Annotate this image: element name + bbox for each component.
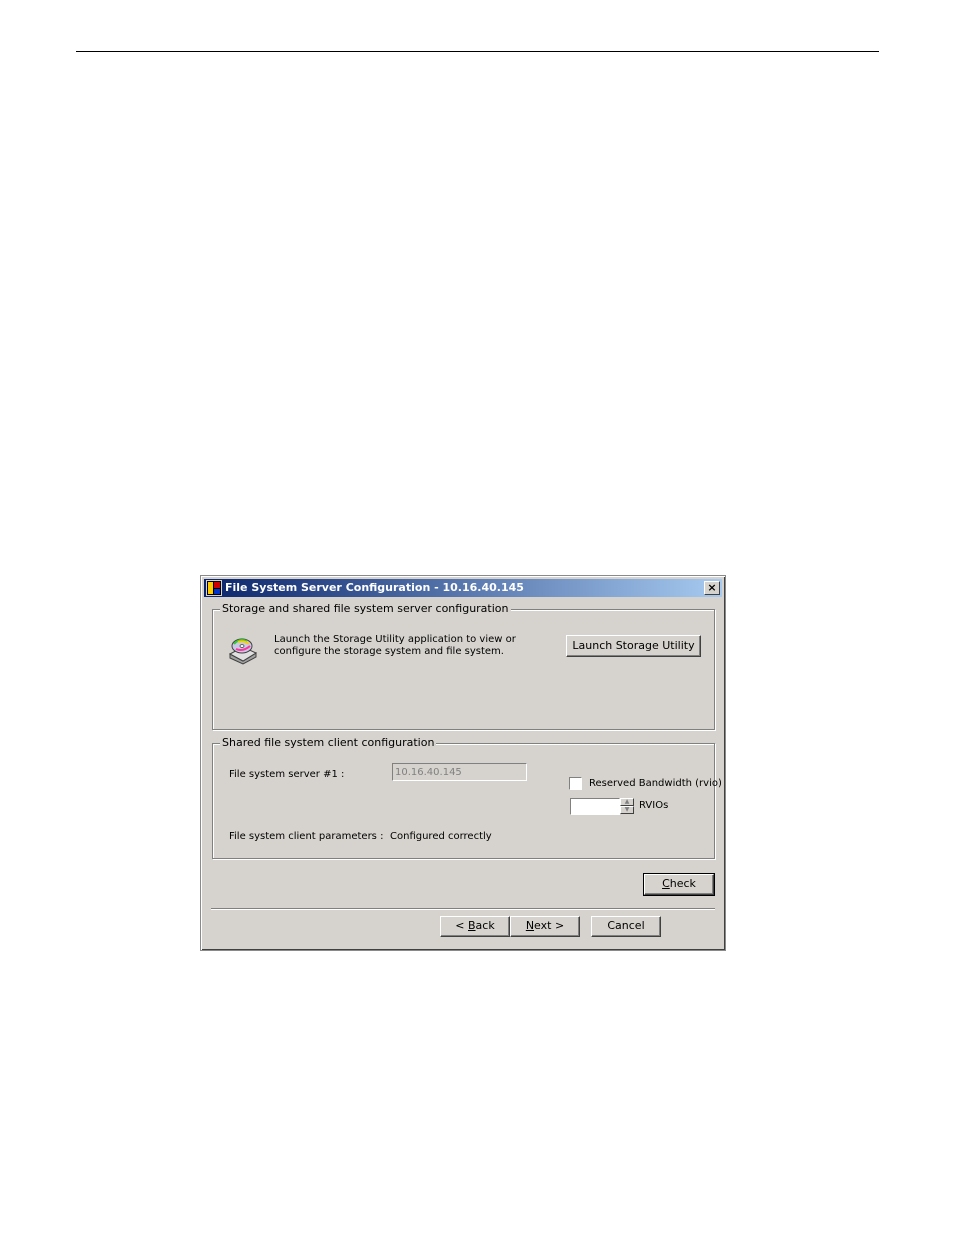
button-separator bbox=[211, 908, 715, 910]
page-header-rule bbox=[76, 51, 879, 52]
check-button[interactable]: Check bbox=[643, 873, 715, 896]
dialog-title: File System Server Configuration - 10.16… bbox=[225, 581, 524, 594]
spin-up-button[interactable]: ▲ bbox=[620, 798, 634, 806]
back-button-accel: B bbox=[468, 919, 476, 932]
back-button[interactable]: < Back bbox=[440, 916, 510, 937]
client-group-label: Shared file system client configuration bbox=[220, 736, 437, 750]
storage-config-group: Storage and shared file system server co… bbox=[212, 602, 715, 730]
cancel-button[interactable]: Cancel bbox=[591, 916, 661, 937]
spin-down-button[interactable]: ▼ bbox=[620, 806, 634, 814]
title-bar[interactable]: File System Server Configuration - 10.16… bbox=[204, 579, 722, 597]
client-params-status: Configured correctly bbox=[390, 831, 492, 842]
server-address-field[interactable] bbox=[392, 763, 527, 781]
check-button-accel: C bbox=[662, 877, 670, 890]
app-icon bbox=[206, 580, 222, 596]
next-button-accel: N bbox=[525, 919, 535, 932]
reserved-bandwidth-label: Reserved Bandwidth (rvio) bbox=[589, 778, 722, 789]
file-system-server-configuration-dialog: File System Server Configuration - 10.16… bbox=[200, 575, 726, 951]
storage-description: Launch the Storage Utility application t… bbox=[274, 634, 516, 657]
back-button-label: ack bbox=[475, 919, 495, 932]
storage-group-label: Storage and shared file system server co… bbox=[220, 602, 511, 616]
storage-disk-icon bbox=[228, 638, 258, 665]
next-button-label: ext > bbox=[534, 919, 565, 932]
reserved-bandwidth-checkbox[interactable] bbox=[569, 777, 582, 790]
server-label: File system server #1 : bbox=[229, 769, 345, 780]
client-config-group: Shared file system client configuration … bbox=[212, 736, 722, 859]
client-params-label: File system client parameters : bbox=[229, 831, 384, 842]
back-button-prefix: < bbox=[455, 919, 468, 932]
rvios-spin-input[interactable] bbox=[570, 798, 620, 815]
launch-storage-utility-button[interactable]: Launch Storage Utility bbox=[566, 635, 701, 657]
rvios-label: RVIOs bbox=[639, 800, 669, 811]
close-button[interactable]: × bbox=[704, 581, 720, 595]
check-button-label: heck bbox=[669, 877, 696, 890]
next-button[interactable]: Next > bbox=[510, 916, 580, 937]
